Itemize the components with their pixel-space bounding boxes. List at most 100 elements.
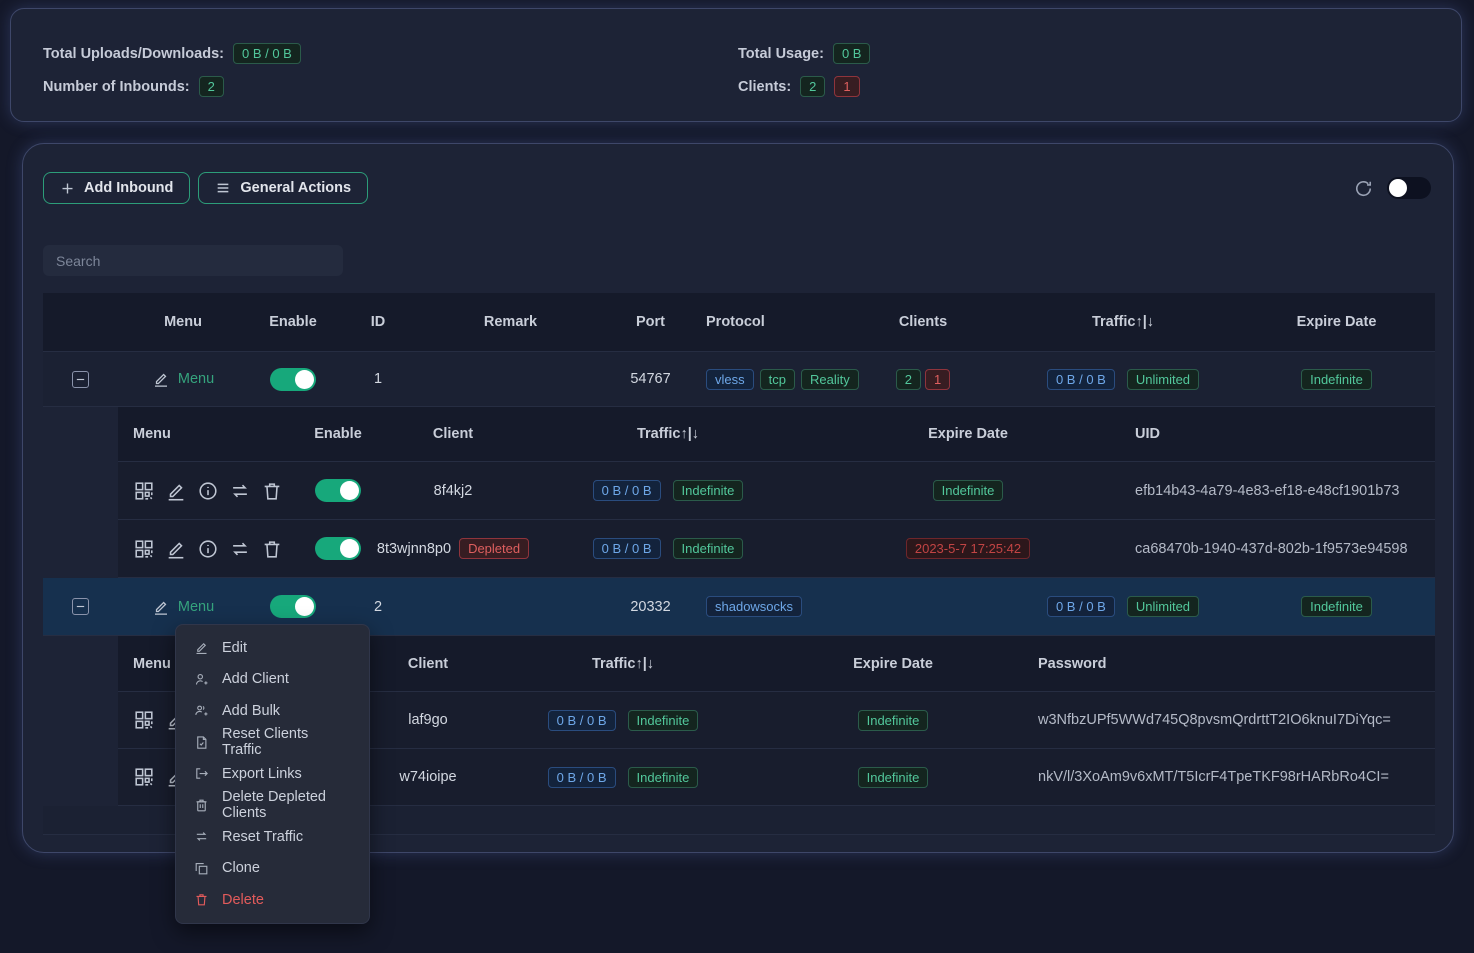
inbound-id: 1 bbox=[338, 371, 418, 387]
inbound-row-1: Menu 1 54767 vless tcp Reality 2 1 0 B / bbox=[43, 352, 1435, 407]
edit-client-icon[interactable] bbox=[165, 538, 187, 560]
qrcode-icon[interactable] bbox=[133, 538, 155, 560]
menu-item-reset-clients-traffic[interactable]: Reset Clients Traffic bbox=[176, 727, 369, 759]
trash-lines-icon bbox=[194, 798, 209, 813]
clients-active-badge: 2 bbox=[800, 76, 825, 97]
menu-item-clone[interactable]: Clone bbox=[176, 853, 369, 885]
reset-client-traffic-icon[interactable] bbox=[229, 480, 251, 502]
enable-toggle[interactable] bbox=[270, 595, 316, 618]
page: Total Uploads/Downloads: 0 B / 0 B Total… bbox=[0, 0, 1474, 953]
client-enable-toggle[interactable] bbox=[315, 479, 361, 502]
menu-item-add-bulk[interactable]: Add Bulk bbox=[176, 695, 369, 727]
traffic-cap-badge: Indefinite bbox=[673, 480, 744, 501]
client-password: nkV/l/3XoAm9v6xMT/T5IcrF4TpeTKF98rHARbRo… bbox=[1023, 769, 1435, 785]
stat-label: Total Uploads/Downloads: bbox=[43, 46, 224, 62]
col-traffic[interactable]: Traffic↑|↓ bbox=[1008, 314, 1238, 330]
expire-badge: Indefinite bbox=[858, 710, 929, 731]
user-group-add-icon bbox=[194, 703, 209, 718]
col-client: Client bbox=[383, 426, 523, 442]
stat-clients: Clients: 2 1 bbox=[738, 70, 1461, 103]
general-actions-button[interactable]: General Actions bbox=[198, 172, 368, 204]
stat-number-of-inbounds: Number of Inbounds: 2 bbox=[43, 70, 738, 103]
pencil-icon bbox=[152, 370, 170, 388]
reset-client-traffic-icon[interactable] bbox=[229, 538, 251, 560]
protocol-tag: shadowsocks bbox=[706, 596, 802, 617]
dark-mode-toggle[interactable] bbox=[1387, 177, 1431, 199]
client-name: w74ioipe bbox=[373, 769, 483, 785]
inbound-port: 54767 bbox=[603, 371, 698, 387]
menu-item-delete[interactable]: Delete bbox=[176, 884, 369, 916]
subtable-header-row: Menu Enable Client Traffic↑|↓ Expire Dat… bbox=[118, 407, 1435, 462]
stat-total-usage: Total Usage: 0 B bbox=[738, 37, 1461, 70]
traffic-badge: 0 B / 0 B bbox=[593, 538, 661, 559]
col-menu: Menu bbox=[118, 426, 293, 442]
file-check-icon bbox=[194, 735, 209, 750]
menu-item-export-links[interactable]: Export Links bbox=[176, 758, 369, 790]
stats-panel: Total Uploads/Downloads: 0 B / 0 B Total… bbox=[10, 8, 1462, 122]
col-traffic[interactable]: Traffic↑|↓ bbox=[523, 426, 813, 442]
client-enable-toggle[interactable] bbox=[315, 537, 361, 560]
info-icon[interactable] bbox=[197, 480, 219, 502]
traffic-badge: 0 B / 0 B bbox=[1047, 596, 1115, 617]
client-actions bbox=[118, 538, 293, 560]
traffic-badge: 0 B / 0 B bbox=[593, 480, 661, 501]
col-expire-date: Expire Date bbox=[813, 426, 1123, 442]
swap-arrows-icon bbox=[194, 829, 209, 844]
menu-item-add-client[interactable]: Add Client bbox=[176, 664, 369, 696]
col-client: Client bbox=[373, 656, 483, 672]
col-expire-date: Expire Date bbox=[763, 656, 1023, 672]
delete-client-icon[interactable] bbox=[261, 480, 283, 502]
inbound-menu-button[interactable]: Menu bbox=[152, 370, 214, 388]
general-actions-label: General Actions bbox=[240, 180, 351, 196]
transport-tag: tcp bbox=[760, 369, 795, 390]
menu-item-reset-traffic[interactable]: Reset Traffic bbox=[176, 821, 369, 853]
collapse-row-button[interactable] bbox=[72, 598, 89, 615]
delete-client-icon[interactable] bbox=[261, 538, 283, 560]
add-inbound-button[interactable]: Add Inbound bbox=[43, 172, 190, 204]
stat-total-uploads-downloads: Total Uploads/Downloads: 0 B / 0 B bbox=[43, 37, 738, 70]
inbound-menu-button[interactable]: Menu bbox=[152, 598, 214, 616]
enable-toggle[interactable] bbox=[270, 368, 316, 391]
col-password: Password bbox=[1023, 656, 1435, 672]
qrcode-icon[interactable] bbox=[133, 480, 155, 502]
copy-icon bbox=[194, 861, 209, 876]
col-port: Port bbox=[603, 314, 698, 330]
stat-value-badge: 0 B bbox=[833, 43, 871, 64]
edit-client-icon[interactable] bbox=[165, 480, 187, 502]
search-input[interactable] bbox=[43, 245, 343, 276]
traffic-cap-badge: Unlimited bbox=[1127, 596, 1199, 617]
traffic-badge: 0 B / 0 B bbox=[1047, 369, 1115, 390]
expire-badge: Indefinite bbox=[1301, 596, 1372, 617]
collapse-row-button[interactable] bbox=[72, 371, 89, 388]
inbound-port: 20332 bbox=[603, 599, 698, 615]
qrcode-icon[interactable] bbox=[133, 709, 155, 731]
stat-value-badge: 0 B / 0 B bbox=[233, 43, 301, 64]
export-icon bbox=[194, 766, 209, 781]
protocol-tag: vless bbox=[706, 369, 754, 390]
clients-subtable-1: Menu Enable Client Traffic↑|↓ Expire Dat… bbox=[118, 407, 1435, 578]
refresh-icon[interactable] bbox=[1354, 179, 1373, 198]
menu-item-edit[interactable]: Edit bbox=[176, 632, 369, 664]
traffic-cap-badge: Indefinite bbox=[628, 767, 699, 788]
client-password: w3NfbzUPf5WWd745Q8pvsmQrdrttT2IO6knuI7Di… bbox=[1023, 712, 1435, 728]
col-menu: Menu bbox=[118, 314, 248, 330]
inbound-menu-label: Menu bbox=[178, 599, 214, 615]
expire-badge: Indefinite bbox=[858, 767, 929, 788]
col-id: ID bbox=[338, 314, 418, 330]
qrcode-icon[interactable] bbox=[133, 766, 155, 788]
clients-active-badge: 2 bbox=[896, 369, 921, 390]
info-icon[interactable] bbox=[197, 538, 219, 560]
minus-icon bbox=[75, 601, 86, 612]
client-uid: efb14b43-4a79-4e83-ef18-e48cf1901b73 bbox=[1123, 483, 1435, 499]
inbound-context-menu: Edit Add Client Add Bulk Reset Clients T… bbox=[175, 624, 370, 924]
col-traffic[interactable]: Traffic↑|↓ bbox=[483, 656, 763, 672]
clients-depleted-badge: 1 bbox=[834, 76, 859, 97]
client-row: 8f4kj2 0 B / 0 B Indefinite Indefinite e… bbox=[118, 462, 1435, 520]
expire-badge: Indefinite bbox=[1301, 369, 1372, 390]
stat-label: Clients: bbox=[738, 79, 791, 95]
add-inbound-label: Add Inbound bbox=[84, 180, 173, 196]
menu-item-delete-depleted-clients[interactable]: Delete Depleted Clients bbox=[176, 790, 369, 822]
traffic-badge: 0 B / 0 B bbox=[548, 767, 616, 788]
col-expire-date: Expire Date bbox=[1238, 314, 1435, 330]
client-name: 8f4kj2 bbox=[383, 483, 523, 499]
